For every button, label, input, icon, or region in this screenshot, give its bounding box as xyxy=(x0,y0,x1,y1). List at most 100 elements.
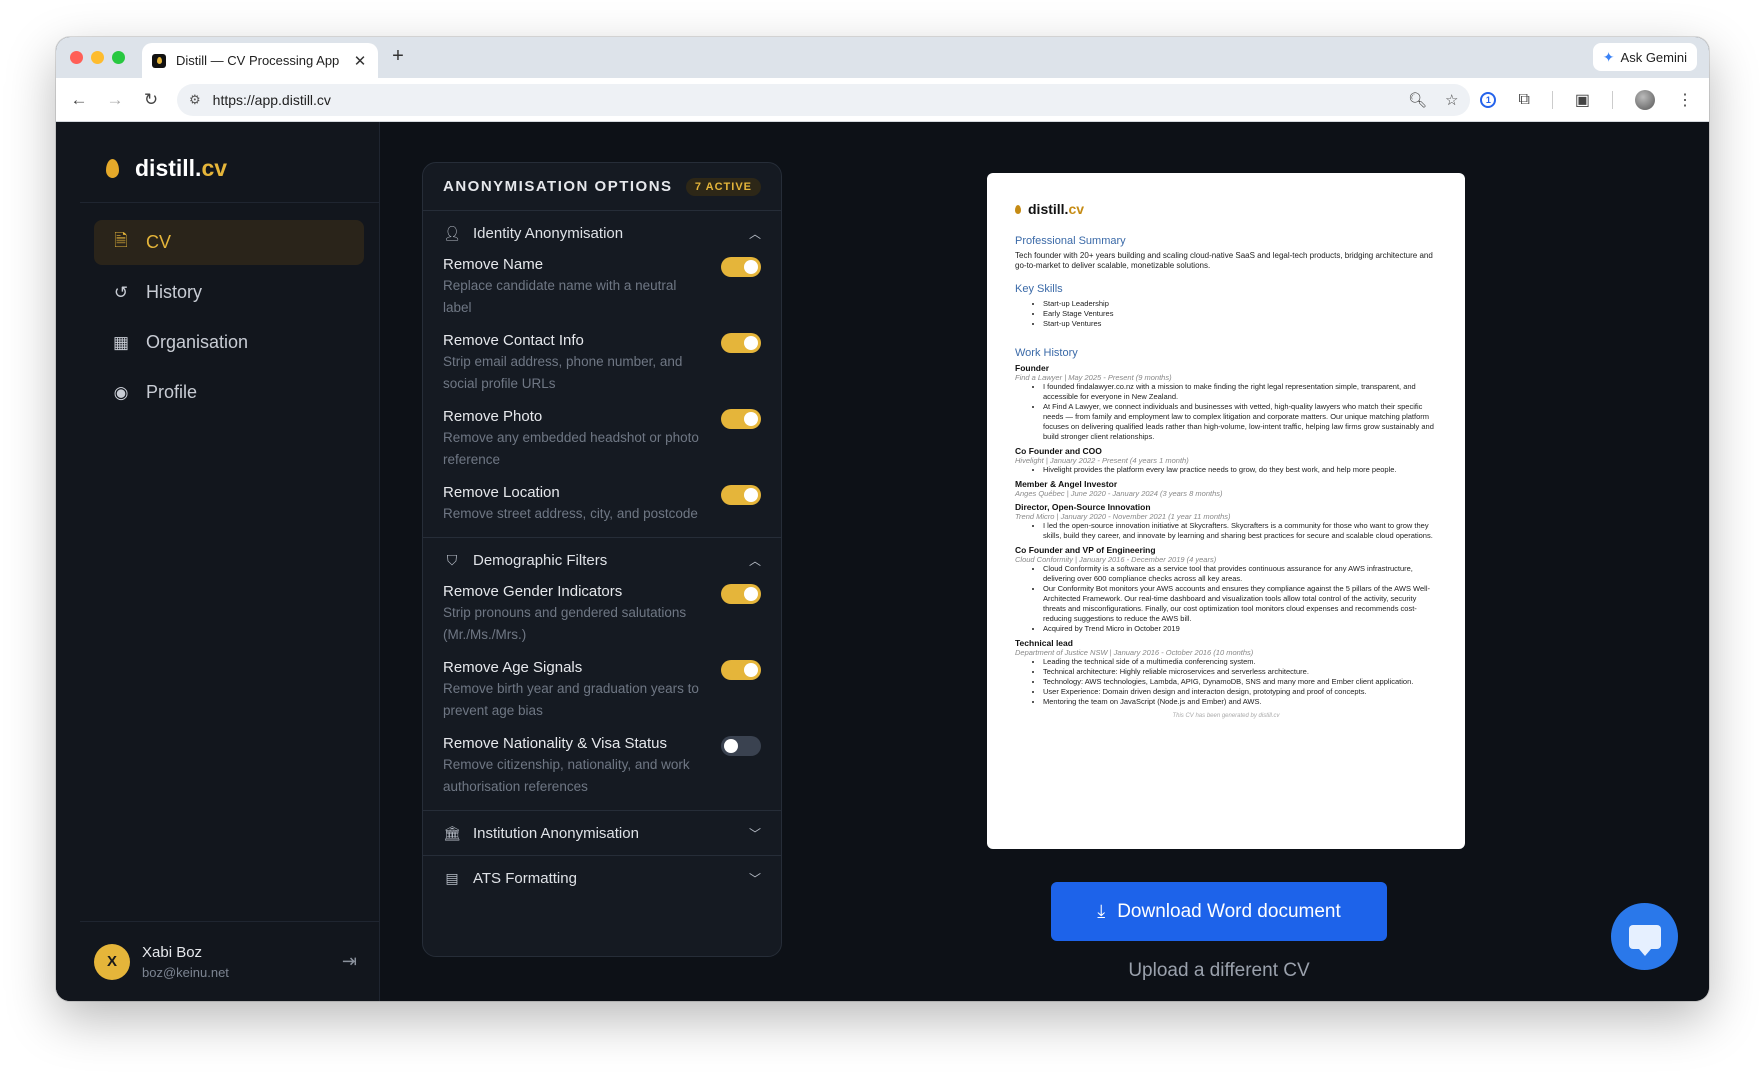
back-icon[interactable]: ← xyxy=(61,90,97,110)
chevron-down-icon: ﹀ xyxy=(748,871,761,886)
institution-section-header[interactable]: 🏛︎ Institution Anonymisation ﹀ xyxy=(423,811,781,855)
role-bullets: Leading the technical side of a multimed… xyxy=(1015,657,1437,707)
site-settings-icon[interactable]: ⚙ xyxy=(189,92,201,108)
brand-logo[interactable]: distill. cv xyxy=(80,144,227,192)
layout-icon: ▤ xyxy=(445,869,459,886)
sidebar: distill. cv 🗎 CV ↺ History ▦ Organisation… xyxy=(56,122,380,1001)
avatar[interactable]: X xyxy=(94,943,130,980)
remove-photo-toggle[interactable] xyxy=(721,409,761,429)
favicon-icon xyxy=(152,53,166,68)
role-bullets: I founded findalawyer.co.nz with a missi… xyxy=(1015,382,1437,442)
ats-section-header[interactable]: ▤ ATS Formatting ﹀ xyxy=(423,856,781,900)
browser-tab[interactable]: Distill — CV Processing App ✕ xyxy=(142,43,378,78)
chevron-up-icon: ︿ xyxy=(748,226,761,241)
url-text[interactable]: https://app.distill.cv xyxy=(213,92,1390,108)
remove-age-signals-toggle[interactable] xyxy=(721,660,761,680)
skills-list: Start-up Leadership Early Stage Ventures… xyxy=(1015,299,1437,329)
sidebar-item-profile[interactable]: ◉ Profile xyxy=(94,370,364,415)
option-remove-gender-indicators: Remove Gender Indicators Strip pronouns … xyxy=(423,582,781,658)
tab-close-icon[interactable]: ✕ xyxy=(352,52,368,70)
sidebar-item-history[interactable]: ↺ History xyxy=(94,270,364,315)
role-meta: Hivelight | January 2022 - Present (4 ye… xyxy=(1015,456,1189,465)
panel-header: ANONYMISATION OPTIONS 7 ACTIVE xyxy=(423,163,781,211)
logout-icon[interactable]: ⇥ xyxy=(342,951,357,972)
list-item: Technical architecture: Highly reliable … xyxy=(1043,667,1437,677)
ask-gemini-button[interactable]: ✦ Ask Gemini xyxy=(1592,43,1697,71)
section-label: Institution Anonymisation xyxy=(473,824,639,842)
demographic-section-header[interactable]: ⛉ Demographic Filters ︿ xyxy=(423,538,781,582)
user-card: X Xabi Boz boz@keinu.net ⇥ xyxy=(80,921,379,1001)
remove-nationality-toggle[interactable] xyxy=(721,736,761,756)
list-item: Cloud Conformity is a software as a serv… xyxy=(1043,564,1437,584)
list-item: User Experience: Domain driven design an… xyxy=(1043,687,1437,697)
role-bullets: I led the open-source innovation initiat… xyxy=(1015,521,1437,541)
sidebar-nav: 🗎 CV ↺ History ▦ Organisation ◉ Profile xyxy=(94,220,364,420)
list-item: Start-up Leadership xyxy=(1043,299,1437,309)
remove-location-toggle[interactable] xyxy=(721,485,761,505)
option-description: Replace candidate name with a neutral la… xyxy=(443,278,677,315)
app-body: distill. cv 🗎 CV ↺ History ▦ Organisation… xyxy=(56,122,1709,1001)
active-count-badge: 7 ACTIVE xyxy=(685,177,761,196)
upload-different-cv-link[interactable]: Upload a different CV xyxy=(1051,960,1387,982)
option-remove-name: Remove Name Replace candidate name with … xyxy=(423,255,781,331)
toolbar-divider xyxy=(1551,90,1553,109)
ats-section: ▤ ATS Formatting ﹀ xyxy=(423,856,781,900)
remove-contact-info-toggle[interactable] xyxy=(721,333,761,353)
section-label: ATS Formatting xyxy=(473,869,577,887)
url-field[interactable]: ⚙ https://app.distill.cv 🔍︎ ☆ xyxy=(177,83,1471,116)
list-item: Technology: AWS technologies, Lambda, AP… xyxy=(1043,677,1437,687)
sidebar-item-cv[interactable]: 🗎 CV xyxy=(94,220,364,265)
password-manager-icon[interactable]: 1 xyxy=(1480,91,1497,108)
option-remove-location: Remove Location Remove street address, c… xyxy=(423,483,781,537)
cv-preview: distill. cv Professional Summary Tech fou… xyxy=(987,173,1465,849)
option-description: Remove street address, city, and postcod… xyxy=(443,506,698,521)
drop-logo-icon xyxy=(106,158,119,178)
option-remove-photo: Remove Photo Remove any embedded headsho… xyxy=(423,407,781,483)
sidebar-item-label: Organisation xyxy=(146,332,249,352)
list-item: Our Conformity Bot monitors your AWS acc… xyxy=(1043,584,1437,624)
option-description: Remove birth year and graduation years t… xyxy=(443,681,699,718)
list-item: At Find A Lawyer, we connect individuals… xyxy=(1043,402,1437,442)
browser-window: Distill — CV Processing App ✕ + ✦ Ask Ge… xyxy=(56,37,1709,1001)
section-label: Identity Anonymisation xyxy=(473,224,624,242)
bookmark-star-icon[interactable]: ☆ xyxy=(1445,91,1458,109)
new-tab-button[interactable]: + xyxy=(386,45,410,68)
option-remove-contact-info: Remove Contact Info Strip email address,… xyxy=(423,331,781,407)
chat-icon xyxy=(1628,924,1661,956)
option-label: Remove Contact Info xyxy=(443,332,584,349)
zoom-icon[interactable]: 🔍︎ xyxy=(1408,91,1427,109)
building-icon: ▦ xyxy=(112,332,130,352)
minimize-window-button[interactable] xyxy=(91,51,104,64)
extensions-area: 1 ⧉ ▣ ⋮ xyxy=(1480,89,1693,110)
remove-name-toggle[interactable] xyxy=(721,257,761,277)
browser-menu-icon[interactable]: ⋮ xyxy=(1677,90,1693,110)
reload-icon[interactable]: ↻ xyxy=(133,90,169,110)
option-label: Remove Nationality & Visa Status xyxy=(443,735,667,752)
extensions-puzzle-icon[interactable]: ⧉ xyxy=(1518,91,1529,109)
user-info: Xabi Boz boz@keinu.net xyxy=(142,944,342,980)
chat-support-button[interactable] xyxy=(1611,903,1678,970)
history-icon: ↺ xyxy=(113,282,129,302)
work-history-list: Founder Find a Lawyer | May 2025 - Presen… xyxy=(1015,363,1437,707)
remove-gender-indicators-toggle[interactable] xyxy=(721,584,761,604)
toolbar-divider xyxy=(1612,90,1613,109)
role-bullets: Hivelight provides the platform every la… xyxy=(1015,465,1437,475)
list-item: Early Stage Ventures xyxy=(1043,309,1437,319)
profile-avatar-icon[interactable] xyxy=(1635,89,1655,110)
identity-section-header[interactable]: 👤︎ Identity Anonymisation ︿ xyxy=(423,211,781,255)
option-description: Remove any embedded headshot or photo re… xyxy=(443,430,699,467)
role-meta: Cloud Conformity | January 2016 - Decemb… xyxy=(1015,555,1217,564)
maximize-window-button[interactable] xyxy=(112,51,125,64)
forward-icon[interactable]: → xyxy=(97,90,133,110)
option-description: Strip email address, phone number, and s… xyxy=(443,354,683,391)
close-window-button[interactable] xyxy=(70,51,83,64)
preview-brand-suffix: cv xyxy=(1068,201,1085,217)
tab-bar: Distill — CV Processing App ✕ + ✦ Ask Ge… xyxy=(56,37,1709,78)
download-word-button[interactable]: ⤓ Download Word document xyxy=(1051,882,1387,941)
option-label: Remove Photo xyxy=(443,408,543,425)
tab-search-icon[interactable]: ▣ xyxy=(1575,90,1590,110)
list-item: Start-up Ventures xyxy=(1043,319,1437,329)
institution-section: 🏛︎ Institution Anonymisation ﹀ xyxy=(423,811,781,856)
gemini-sparkle-icon: ✦ xyxy=(1602,48,1615,65)
sidebar-item-organisation[interactable]: ▦ Organisation xyxy=(94,320,364,365)
